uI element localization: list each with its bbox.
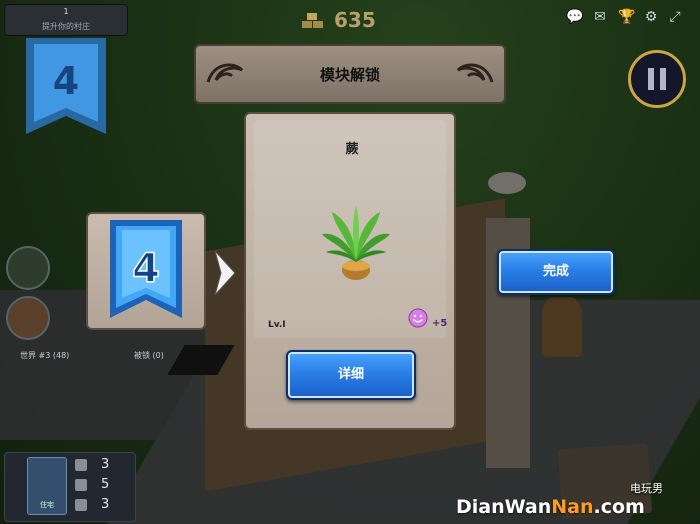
modal-title: 模块解锁: [319, 66, 380, 84]
detail-button[interactable]: 详细: [286, 350, 416, 400]
level-ribbon-icon: 4: [110, 220, 182, 318]
side-ribbon-number: 4: [53, 59, 79, 103]
unlock-level-number: 4: [132, 246, 160, 292]
world-rank: 世界 #3 (48): [20, 351, 70, 360]
resource-icon: [75, 459, 87, 471]
resource-count: 3: [101, 457, 110, 472]
house-slot-label: 住宅: [40, 501, 54, 509]
item-preview: 蕨 Lv.Ⅰ +5: [254, 120, 448, 338]
pause-button[interactable]: [628, 50, 686, 108]
resource-icon: [75, 479, 87, 491]
watermark: DianWanNan.com: [456, 496, 645, 518]
coin-amount: 635: [334, 8, 376, 32]
world-stats: 世界 #3 (48) 被锁 (0): [6, 346, 182, 364]
gear-icon[interactable]: ⚙: [643, 10, 659, 24]
arrow-right-icon: [214, 250, 236, 296]
pause-icon: [648, 68, 654, 90]
chat-icon[interactable]: 💬: [566, 10, 583, 24]
gold-bars-icon: [302, 13, 323, 28]
resource-count: 5: [101, 477, 110, 492]
resource-panel[interactable]: 住宅 3 5 3: [4, 452, 136, 522]
expand-icon[interactable]: ⤢: [667, 10, 683, 24]
modal-title-bar: 模块解锁: [194, 44, 506, 104]
happiness-bonus: +5: [432, 318, 448, 329]
village-progress-bar[interactable]: 1 提升你的村庄: [4, 4, 128, 36]
resource-count: 3: [101, 497, 110, 512]
watermark-part: DianWan: [456, 496, 552, 518]
happiness-icon: [408, 308, 428, 328]
progress-text: 提升你的村庄: [42, 22, 90, 31]
character-avatar[interactable]: [6, 246, 50, 290]
watermark-accent: Nan: [551, 496, 594, 518]
trophy-icon[interactable]: 🏆: [618, 10, 635, 24]
progress-level: 1: [63, 7, 69, 16]
watermark-site-label: 电玩男: [630, 482, 663, 495]
item-name: 蕨: [345, 142, 359, 157]
locked-count: 被锁 (0): [134, 351, 164, 360]
mail-icon[interactable]: ✉: [592, 10, 608, 24]
fern-plant-icon: [322, 206, 390, 280]
house-slot[interactable]: 住宅: [27, 457, 67, 515]
level-ribbon-icon: 4: [26, 38, 106, 134]
unlock-level-card: 4: [86, 212, 206, 330]
resource-icon: [75, 499, 87, 511]
unlocked-item-card: 蕨 Lv.Ⅰ +5 详细: [244, 112, 456, 430]
item-level: Lv.Ⅰ: [268, 320, 286, 330]
done-button[interactable]: 完成: [497, 249, 615, 295]
villager-avatar[interactable]: [6, 296, 50, 340]
watermark-domain: .com: [593, 496, 645, 518]
